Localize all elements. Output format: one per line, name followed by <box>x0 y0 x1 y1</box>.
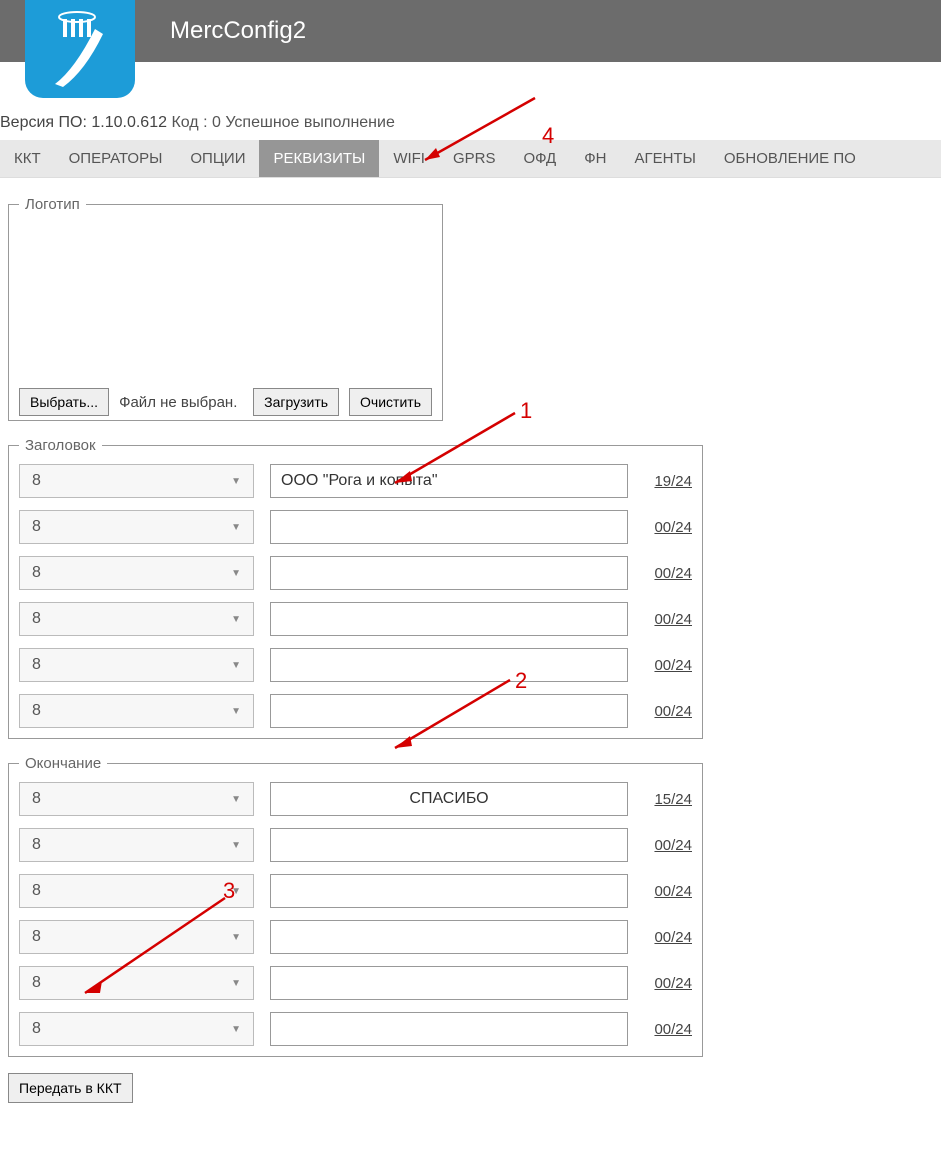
footer-char-counter: 00/24 <box>644 975 692 992</box>
app-title: MercConfig2 <box>170 17 306 45</box>
footer-legend: Окончание <box>19 755 107 772</box>
footer-row: 8▼ 15/24 <box>19 782 692 816</box>
annotation-1: 1 <box>520 398 532 424</box>
footer-row: 8▼ 00/24 <box>19 966 692 1000</box>
submit-to-kkt-button[interactable]: Передать в ККТ <box>8 1073 133 1103</box>
app-logo <box>25 0 135 98</box>
footer-size-dropdown[interactable]: 8▼ <box>19 1012 254 1046</box>
header-fieldset: Заголовок 8▼19/248▼00/248▼00/248▼00/248▼… <box>8 437 703 739</box>
chevron-down-icon: ▼ <box>231 978 241 989</box>
header-row: 8▼ 00/24 <box>19 556 692 590</box>
footer-fieldset: Окончание 8▼15/248▼00/248▼00/248▼00/248▼… <box>8 755 703 1057</box>
header-row: 8▼ 00/24 <box>19 694 692 728</box>
chevron-down-icon: ▼ <box>231 1024 241 1035</box>
tab-options[interactable]: ОПЦИИ <box>176 140 259 177</box>
header-char-counter: 00/24 <box>644 519 692 536</box>
content-area: Логотип Выбрать... Файл не выбран. Загру… <box>0 178 941 1121</box>
clear-button[interactable]: Очистить <box>349 388 432 416</box>
header-bar: MercConfig2 <box>0 0 941 62</box>
tab-gprs[interactable]: GPRS <box>439 140 510 177</box>
header-size-dropdown[interactable]: 8▼ <box>19 510 254 544</box>
upload-button[interactable]: Загрузить <box>253 388 339 416</box>
header-char-counter: 19/24 <box>644 473 692 490</box>
header-char-counter: 00/24 <box>644 703 692 720</box>
header-size-dropdown[interactable]: 8▼ <box>19 648 254 682</box>
chevron-down-icon: ▼ <box>231 706 241 717</box>
footer-row: 8▼ 00/24 <box>19 828 692 862</box>
header-char-counter: 00/24 <box>644 611 692 628</box>
chevron-down-icon: ▼ <box>231 932 241 943</box>
header-size-dropdown[interactable]: 8▼ <box>19 694 254 728</box>
tab-operators[interactable]: ОПЕРАТОРЫ <box>55 140 177 177</box>
chevron-down-icon: ▼ <box>231 840 241 851</box>
version-label: Версия ПО: <box>0 114 87 131</box>
header-size-dropdown[interactable]: 8▼ <box>19 556 254 590</box>
tab-wifi[interactable]: WIFI <box>379 140 439 177</box>
footer-text-input[interactable] <box>270 782 628 816</box>
footer-size-dropdown[interactable]: 8▼ <box>19 828 254 862</box>
tab-bar: ККТ ОПЕРАТОРЫ ОПЦИИ РЕКВИЗИТЫ WIFI GPRS … <box>0 140 941 178</box>
header-text-input[interactable] <box>270 510 628 544</box>
chevron-down-icon: ▼ <box>231 660 241 671</box>
file-status-text: Файл не выбран. <box>119 394 237 411</box>
tab-kkt[interactable]: ККТ <box>0 140 55 177</box>
status-code: Код : 0 Успешное выполнение <box>171 114 394 131</box>
footer-text-input[interactable] <box>270 874 628 908</box>
footer-text-input[interactable] <box>270 920 628 954</box>
footer-text-input[interactable] <box>270 1012 628 1046</box>
footer-char-counter: 00/24 <box>644 883 692 900</box>
chevron-down-icon: ▼ <box>231 522 241 533</box>
header-char-counter: 00/24 <box>644 657 692 674</box>
footer-size-dropdown[interactable]: 8▼ <box>19 782 254 816</box>
header-text-input[interactable] <box>270 694 628 728</box>
header-row: 8▼ 00/24 <box>19 648 692 682</box>
header-row: 8▼ 00/24 <box>19 510 692 544</box>
footer-char-counter: 00/24 <box>644 837 692 854</box>
chevron-down-icon: ▼ <box>231 568 241 579</box>
footer-size-dropdown[interactable]: 8▼ <box>19 874 254 908</box>
annotation-2: 2 <box>515 668 527 694</box>
header-row: 8▼ 00/24 <box>19 602 692 636</box>
header-text-input[interactable] <box>270 556 628 590</box>
header-text-input[interactable] <box>270 648 628 682</box>
footer-char-counter: 15/24 <box>644 791 692 808</box>
footer-size-dropdown[interactable]: 8▼ <box>19 920 254 954</box>
footer-char-counter: 00/24 <box>644 1021 692 1038</box>
tab-ofd[interactable]: ОФД <box>509 140 570 177</box>
annotation-3: 3 <box>223 878 235 904</box>
chevron-down-icon: ▼ <box>231 614 241 625</box>
tab-agents[interactable]: АГЕНТЫ <box>620 140 709 177</box>
header-text-input[interactable] <box>270 602 628 636</box>
header-char-counter: 00/24 <box>644 565 692 582</box>
footer-char-counter: 00/24 <box>644 929 692 946</box>
footer-text-input[interactable] <box>270 828 628 862</box>
footer-row: 8▼ 00/24 <box>19 1012 692 1046</box>
tab-firmware[interactable]: ОБНОВЛЕНИЕ ПО <box>710 140 870 177</box>
header-size-dropdown[interactable]: 8▼ <box>19 464 254 498</box>
logo-preview <box>19 223 414 388</box>
header-legend: Заголовок <box>19 437 102 454</box>
header-size-dropdown[interactable]: 8▼ <box>19 602 254 636</box>
chevron-down-icon: ▼ <box>231 476 241 487</box>
footer-size-dropdown[interactable]: 8▼ <box>19 966 254 1000</box>
footer-text-input[interactable] <box>270 966 628 1000</box>
choose-file-button[interactable]: Выбрать... <box>19 388 109 416</box>
tab-requisites[interactable]: РЕКВИЗИТЫ <box>259 140 379 177</box>
footer-row: 8▼ 00/24 <box>19 874 692 908</box>
logo-legend: Логотип <box>19 196 86 213</box>
logo-controls: Выбрать... Файл не выбран. Загрузить Очи… <box>19 388 432 416</box>
footer-row: 8▼ 00/24 <box>19 920 692 954</box>
chevron-down-icon: ▼ <box>231 794 241 805</box>
version-value: 1.10.0.612 <box>91 114 167 131</box>
logo-fieldset: Логотип Выбрать... Файл не выбран. Загру… <box>8 196 443 421</box>
header-text-input[interactable] <box>270 464 628 498</box>
header-row: 8▼ 19/24 <box>19 464 692 498</box>
tab-fn[interactable]: ФН <box>570 140 620 177</box>
status-line: Версия ПО: 1.10.0.612 Код : 0 Успешное в… <box>0 110 941 140</box>
annotation-4: 4 <box>542 123 554 149</box>
